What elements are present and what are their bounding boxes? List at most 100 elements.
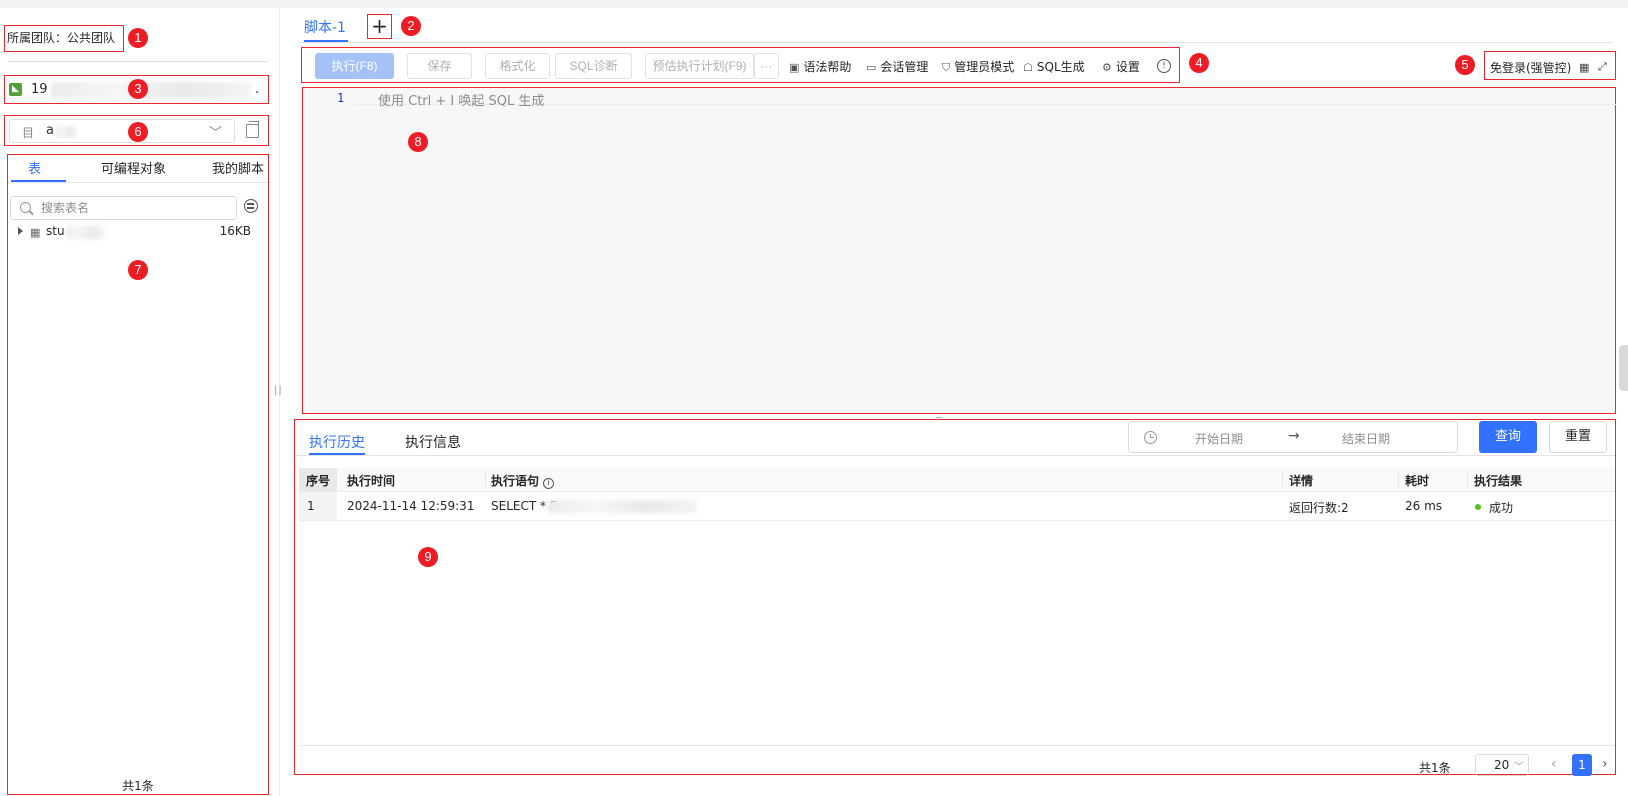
chevron-down-icon: ﹀ bbox=[1514, 762, 1524, 773]
connection-name: 19 bbox=[31, 82, 48, 97]
fullscreen-icon[interactable]: ⤢ bbox=[1598, 60, 1607, 74]
col-result: 执行结果 bbox=[1474, 474, 1523, 488]
login-mode-label[interactable]: 免登录(强管控) bbox=[1490, 59, 1571, 76]
search-icon bbox=[20, 202, 31, 213]
object-browser: 表 可编程对象 我的脚本 ▦ stu 16KB 共1条 bbox=[7, 154, 269, 795]
tab-programmable-objects[interactable]: 可编程对象 bbox=[101, 158, 166, 177]
table-size: 16KB bbox=[219, 224, 251, 238]
active-tab-indicator bbox=[11, 180, 66, 182]
annotation-marker-6: 6 bbox=[128, 122, 148, 142]
cell-duration: 26 ms bbox=[1405, 499, 1443, 513]
table-count: 共1条 bbox=[122, 779, 154, 793]
settings-button[interactable]: ⚙ 设置 bbox=[1102, 58, 1140, 75]
editor-toolbar: 执行(F8) 保存 格式化 SQL诊断 预估执行计划(F9) ··· ▣ 语法帮助… bbox=[301, 47, 1180, 83]
table-tree-item[interactable]: ▦ stu 16KB bbox=[8, 223, 258, 243]
syntax-help-button[interactable]: ▣ 语法帮助 bbox=[789, 58, 851, 75]
cell-result: 成功 bbox=[1475, 499, 1513, 516]
line-number: 1 bbox=[337, 91, 345, 105]
info-icon[interactable]: ! bbox=[1157, 59, 1171, 73]
splitter-handle-icon[interactable]: || bbox=[274, 385, 283, 396]
column-separator[interactable] bbox=[1467, 472, 1468, 487]
bottom-tab-divider bbox=[297, 455, 1615, 456]
save-button[interactable]: 保存 bbox=[407, 53, 472, 79]
success-dot-icon bbox=[1475, 504, 1481, 510]
col-detail: 详情 bbox=[1289, 474, 1314, 488]
more-button[interactable]: ··· bbox=[754, 53, 779, 79]
redacted-statement bbox=[547, 500, 697, 513]
editor-hint: 使用 Ctrl + I 唤起 SQL 生成 bbox=[378, 94, 545, 109]
panel-splitter[interactable] bbox=[279, 8, 280, 796]
team-label: 所属团队：公共团队 bbox=[4, 25, 124, 52]
reset-button[interactable]: 重置 bbox=[1549, 421, 1607, 453]
column-separator[interactable] bbox=[1282, 472, 1283, 487]
annotation-marker-2: 2 bbox=[401, 16, 421, 36]
tab-bar-divider bbox=[298, 42, 1612, 43]
col-statement: 执行语句 i bbox=[491, 472, 555, 489]
tab-execution-history[interactable]: 执行历史 bbox=[309, 432, 365, 452]
pagination-total: 共1条 bbox=[1419, 761, 1451, 775]
col-exec-time: 执行时间 bbox=[347, 474, 396, 488]
refresh-icon[interactable] bbox=[244, 199, 258, 213]
annotation-marker-1: 1 bbox=[128, 28, 148, 48]
query-button[interactable]: 查询 bbox=[1479, 421, 1537, 453]
start-date-input[interactable]: 开始日期 bbox=[1195, 430, 1243, 447]
schema-select[interactable]: 目 a ﹀ bbox=[9, 119, 235, 143]
table-icon: ▦ bbox=[30, 226, 41, 239]
seq-cell-bg bbox=[299, 492, 337, 520]
table-search-input[interactable] bbox=[41, 199, 231, 217]
line-number-gutter bbox=[303, 88, 355, 413]
redacted-connection-text bbox=[51, 82, 251, 98]
date-range-picker[interactable]: 开始日期 → 结束日期 bbox=[1128, 421, 1458, 453]
login-mode-group: 免登录(强管控) ▦ ⤢ bbox=[1484, 51, 1616, 80]
chevron-down-icon: ﹀ bbox=[208, 126, 222, 141]
info-icon[interactable]: i bbox=[543, 478, 555, 489]
help-book-icon: ▣ bbox=[789, 61, 800, 74]
caret-right-icon[interactable] bbox=[18, 227, 23, 235]
execute-button[interactable]: 执行(F8) bbox=[315, 53, 394, 79]
sql-diagnose-button[interactable]: SQL诊断 bbox=[555, 53, 632, 79]
redacted-table-name bbox=[66, 226, 104, 239]
shield-icon: ⛉ bbox=[942, 61, 951, 74]
annotation-marker-9: 9 bbox=[418, 547, 438, 567]
page-size-select[interactable]: 20 ﹀ bbox=[1475, 754, 1529, 776]
redacted-schema-text bbox=[56, 126, 76, 138]
schema-icon: 目 bbox=[22, 126, 35, 140]
format-button[interactable]: 格式化 bbox=[485, 53, 550, 79]
column-separator[interactable] bbox=[1398, 472, 1399, 487]
database-icon: ◣ bbox=[9, 83, 22, 96]
page-button-1[interactable]: 1 bbox=[1572, 754, 1592, 776]
grid-layout-icon[interactable]: ▦ bbox=[1579, 61, 1589, 74]
pagination-divider bbox=[299, 745, 1615, 746]
tab-script-1[interactable]: 脚本-1 bbox=[304, 17, 346, 37]
cell-detail: 返回行数:2 bbox=[1289, 501, 1349, 515]
column-separator[interactable] bbox=[485, 472, 486, 487]
explain-plan-button[interactable]: 预估执行计划(F9) bbox=[645, 53, 754, 79]
side-drawer-handle[interactable] bbox=[1619, 345, 1628, 391]
clock-icon bbox=[1144, 431, 1157, 444]
page-size-value: 20 bbox=[1494, 758, 1510, 772]
gear-icon: ⚙ bbox=[1102, 61, 1112, 74]
copy-icon[interactable] bbox=[246, 121, 259, 138]
robot-icon: ☖ bbox=[1023, 61, 1033, 74]
sql-editor[interactable]: 1 使用 Ctrl + I 唤起 SQL 生成 bbox=[302, 87, 1617, 414]
object-tabs: 表 可编程对象 我的脚本 bbox=[8, 155, 268, 183]
table-name: stu bbox=[46, 224, 65, 238]
end-date-input[interactable]: 结束日期 bbox=[1342, 430, 1390, 447]
next-page-button[interactable]: › bbox=[1602, 756, 1608, 772]
prev-page-button[interactable]: ‹ bbox=[1551, 756, 1557, 772]
tab-tables[interactable]: 表 bbox=[28, 158, 41, 177]
table-row[interactable]: 1 2024-11-14 12:59:31 SELECT * F 返回行数:2 … bbox=[299, 492, 1615, 521]
session-manage-button[interactable]: ▭ 会话管理 bbox=[866, 58, 928, 75]
annotation-marker-3: 3 bbox=[128, 79, 148, 99]
tab-execution-info[interactable]: 执行信息 bbox=[405, 432, 461, 452]
history-table-header: 序号 执行时间 执行语句 i 详情 耗时 执行结果 bbox=[299, 468, 1615, 492]
chat-icon: ▭ bbox=[866, 61, 877, 74]
cell-exec-time: 2024-11-14 12:59:31 bbox=[347, 499, 475, 513]
connection-suffix: . bbox=[255, 82, 260, 97]
divider bbox=[8, 61, 268, 62]
add-tab-button[interactable]: + bbox=[367, 14, 392, 39]
sql-generate-button[interactable]: ☖ SQL生成 bbox=[1023, 58, 1085, 75]
tab-my-scripts[interactable]: 我的脚本 bbox=[212, 158, 264, 177]
arrow-right-icon: → bbox=[1288, 428, 1300, 444]
admin-mode-button[interactable]: ⛉ 管理员模式 bbox=[942, 58, 1014, 75]
